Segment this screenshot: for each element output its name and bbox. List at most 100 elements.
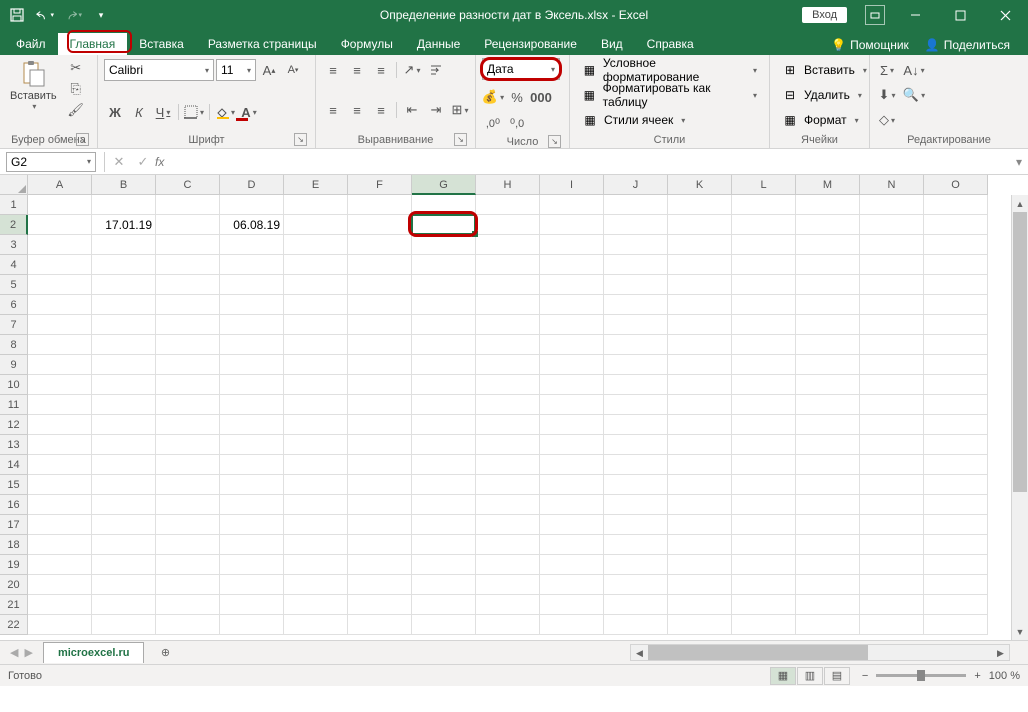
cell[interactable] bbox=[732, 275, 796, 295]
cell[interactable] bbox=[412, 435, 476, 455]
cell[interactable] bbox=[732, 575, 796, 595]
cell[interactable] bbox=[668, 415, 732, 435]
cell[interactable] bbox=[732, 395, 796, 415]
accounting-format-icon[interactable]: 💰▾ bbox=[482, 87, 504, 107]
cell[interactable] bbox=[796, 455, 860, 475]
sheet-tab[interactable]: microexcel.ru bbox=[43, 642, 145, 663]
cell[interactable] bbox=[540, 475, 604, 495]
cut-icon[interactable]: ✂ bbox=[65, 58, 87, 78]
cell[interactable] bbox=[476, 595, 540, 615]
cell[interactable] bbox=[28, 475, 92, 495]
cell[interactable] bbox=[796, 575, 860, 595]
cell[interactable] bbox=[348, 395, 412, 415]
cell[interactable] bbox=[732, 235, 796, 255]
cell[interactable] bbox=[924, 535, 988, 555]
cell[interactable] bbox=[796, 315, 860, 335]
cell[interactable] bbox=[156, 515, 220, 535]
cell[interactable] bbox=[924, 375, 988, 395]
cell[interactable] bbox=[732, 375, 796, 395]
align-bottom-icon[interactable]: ≡ bbox=[370, 60, 392, 80]
cell[interactable] bbox=[156, 235, 220, 255]
tab-файл[interactable]: Файл bbox=[4, 33, 58, 55]
bold-icon[interactable]: Ж bbox=[104, 102, 126, 122]
cell[interactable] bbox=[28, 375, 92, 395]
cell[interactable] bbox=[92, 335, 156, 355]
cell[interactable] bbox=[540, 315, 604, 335]
cell[interactable] bbox=[156, 435, 220, 455]
cell[interactable] bbox=[156, 575, 220, 595]
cell[interactable] bbox=[412, 515, 476, 535]
tab-данные[interactable]: Данные bbox=[405, 33, 472, 55]
cell[interactable] bbox=[540, 595, 604, 615]
align-center-icon[interactable]: ≡ bbox=[346, 100, 368, 120]
cell[interactable] bbox=[284, 275, 348, 295]
cell[interactable] bbox=[284, 555, 348, 575]
cell[interactable] bbox=[92, 515, 156, 535]
cell[interactable] bbox=[220, 295, 284, 315]
new-sheet-icon[interactable]: ⊕ bbox=[154, 642, 176, 664]
cell[interactable] bbox=[860, 395, 924, 415]
cell[interactable] bbox=[412, 195, 476, 215]
cell[interactable] bbox=[348, 455, 412, 475]
cell[interactable] bbox=[28, 575, 92, 595]
cell[interactable] bbox=[284, 455, 348, 475]
cell[interactable] bbox=[476, 395, 540, 415]
cell[interactable] bbox=[540, 375, 604, 395]
cell[interactable] bbox=[156, 455, 220, 475]
spreadsheet-grid[interactable]: ABCDEFGHIJKLMNO 1217.01.1906.08.19345678… bbox=[0, 175, 1028, 640]
cell[interactable] bbox=[860, 555, 924, 575]
view-page-break-icon[interactable]: ▤ bbox=[824, 667, 850, 685]
cell[interactable] bbox=[668, 535, 732, 555]
dialog-launcher-icon[interactable]: ↘ bbox=[454, 133, 467, 146]
fx-icon[interactable]: fx bbox=[155, 155, 164, 169]
cell[interactable] bbox=[156, 475, 220, 495]
vertical-scrollbar[interactable]: ▲ ▼ bbox=[1011, 195, 1028, 640]
cell[interactable] bbox=[860, 595, 924, 615]
row-header[interactable]: 10 bbox=[0, 375, 28, 395]
sheet-nav-next-icon[interactable]: ▶ bbox=[24, 646, 32, 659]
decrease-indent-icon[interactable]: ⇤ bbox=[401, 100, 423, 120]
col-header[interactable]: O bbox=[924, 175, 988, 195]
maximize-button[interactable] bbox=[938, 0, 983, 30]
cell[interactable] bbox=[924, 335, 988, 355]
cell[interactable] bbox=[156, 315, 220, 335]
cell[interactable] bbox=[732, 615, 796, 635]
cell[interactable] bbox=[476, 515, 540, 535]
cell[interactable] bbox=[220, 575, 284, 595]
cell[interactable] bbox=[924, 435, 988, 455]
cell[interactable] bbox=[28, 495, 92, 515]
percent-format-icon[interactable]: % bbox=[506, 87, 528, 107]
cell[interactable] bbox=[604, 475, 668, 495]
col-header[interactable]: L bbox=[732, 175, 796, 195]
cell[interactable] bbox=[924, 515, 988, 535]
cell[interactable] bbox=[860, 515, 924, 535]
cell[interactable] bbox=[668, 395, 732, 415]
cell[interactable] bbox=[860, 235, 924, 255]
delete-cells-button[interactable]: ⊟Удалить▾ bbox=[776, 83, 873, 107]
cell[interactable] bbox=[796, 595, 860, 615]
cell[interactable] bbox=[540, 355, 604, 375]
row-header[interactable]: 13 bbox=[0, 435, 28, 455]
row-header[interactable]: 15 bbox=[0, 475, 28, 495]
cell[interactable] bbox=[28, 195, 92, 215]
font-color-icon[interactable]: А▾ bbox=[238, 102, 260, 122]
cancel-icon[interactable]: ✕ bbox=[107, 154, 131, 170]
clear-icon[interactable]: ◇▾ bbox=[876, 110, 898, 130]
cell[interactable] bbox=[476, 295, 540, 315]
cell[interactable] bbox=[284, 615, 348, 635]
cell[interactable] bbox=[796, 275, 860, 295]
view-page-layout-icon[interactable]: ▥ bbox=[797, 667, 823, 685]
cell[interactable] bbox=[348, 555, 412, 575]
cell[interactable] bbox=[28, 535, 92, 555]
cell[interactable] bbox=[28, 255, 92, 275]
cell[interactable] bbox=[412, 615, 476, 635]
format-cells-button[interactable]: ▦Формат▾ bbox=[776, 108, 873, 132]
cell[interactable] bbox=[92, 575, 156, 595]
row-header[interactable]: 14 bbox=[0, 455, 28, 475]
cell[interactable] bbox=[92, 555, 156, 575]
row-header[interactable]: 8 bbox=[0, 335, 28, 355]
italic-icon[interactable]: К bbox=[128, 102, 150, 122]
cell[interactable] bbox=[156, 355, 220, 375]
cell[interactable] bbox=[284, 195, 348, 215]
cell[interactable] bbox=[732, 335, 796, 355]
